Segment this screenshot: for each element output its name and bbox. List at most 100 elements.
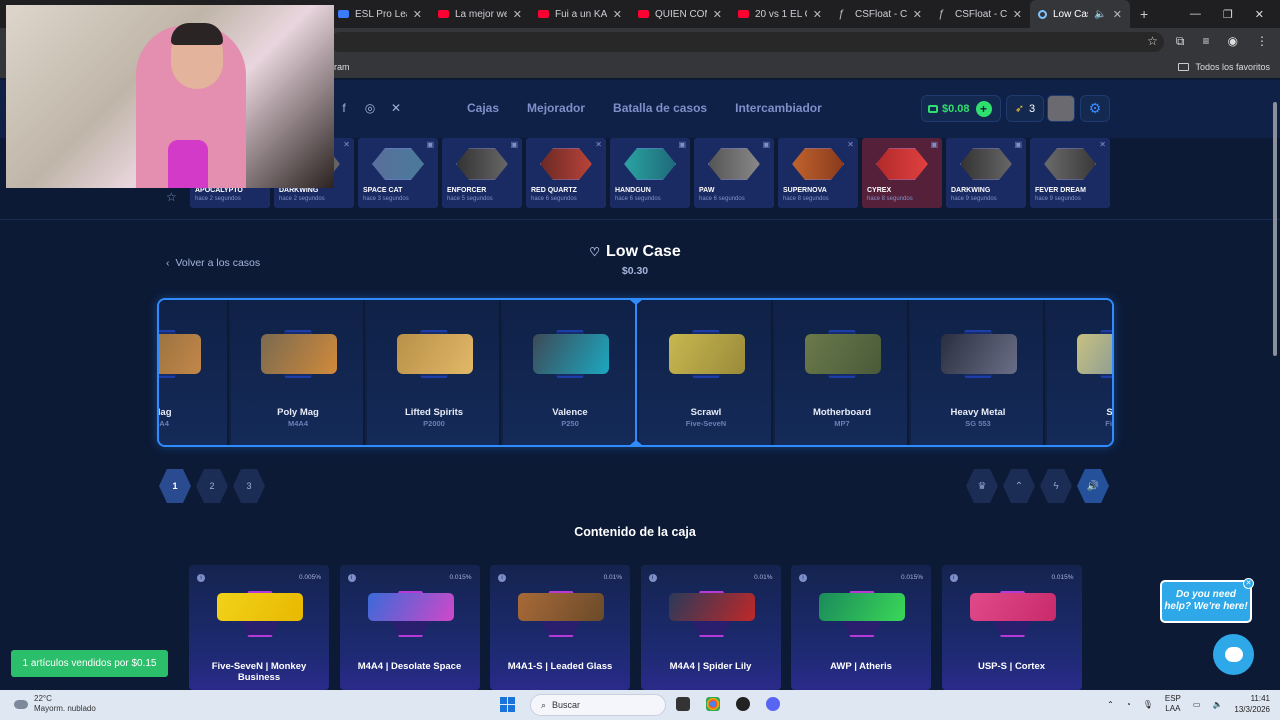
close-icon[interactable]: ✕ [713, 8, 722, 21]
live-drop-item[interactable]: ▣ HANDGUN hace 6 segundos [610, 138, 690, 208]
network-icon[interactable]: ◔ [1126, 700, 1131, 709]
discord-icon[interactable] [766, 697, 780, 711]
nav-cajas[interactable]: Cajas [467, 101, 499, 115]
nav-intercambiador[interactable]: Intercambiador [735, 101, 822, 115]
live-drop-item[interactable]: ▣ DARKWING hace 9 segundos [946, 138, 1026, 208]
browser-tab[interactable]: Fui a un KARA ✕ [530, 0, 630, 28]
address-bar[interactable] [330, 32, 1164, 52]
skin-image [533, 334, 609, 374]
star-icon[interactable]: ☆ [1147, 34, 1158, 49]
case-content-card[interactable]: i 0.015% AWP | Atheris [791, 565, 931, 690]
all-bookmarks[interactable]: Todos los favoritos [1178, 62, 1270, 72]
browser-tab[interactable]: ƒ CSFloat - Com ✕ [830, 0, 930, 28]
reading-list-icon[interactable]: ≡ [1203, 34, 1210, 49]
app-icon[interactable] [736, 697, 750, 711]
close-icon[interactable]: ✕ [1113, 8, 1122, 21]
weather-widget[interactable]: 22°C Mayorm. nublado [14, 694, 96, 714]
language-indicator[interactable]: ESP LAA [1165, 694, 1181, 714]
favorite-star-icon[interactable]: ☆ [166, 190, 177, 204]
page-button-1[interactable]: 1 [159, 469, 191, 503]
lightning-icon[interactable]: ϟ [1040, 469, 1072, 503]
live-drop-item[interactable]: ✕ FEVER DREAM hace 9 segundos [1030, 138, 1110, 208]
crown-icon[interactable]: ♛ [966, 469, 998, 503]
bookmark-item[interactable]: ram [334, 62, 350, 72]
page-button-2[interactable]: 2 [196, 469, 228, 503]
microphone [168, 140, 208, 188]
nav-batalla-de-casos[interactable]: Batalla de casos [613, 101, 707, 115]
folder-icon [1178, 63, 1190, 71]
new-tab-icon[interactable]: + [1130, 6, 1158, 22]
case-content-card[interactable]: i 0.015% USP-S | Cortex [941, 565, 1082, 690]
balance-widget[interactable]: $0.08 + [921, 95, 1001, 122]
close-icon[interactable]: ✕ [1243, 578, 1254, 589]
weapon-name: MP7 [834, 419, 850, 428]
menu-icon[interactable]: ⋮ [1256, 34, 1268, 49]
info-icon[interactable]: i [799, 574, 807, 582]
avatar[interactable] [1047, 95, 1075, 122]
display-icon[interactable]: ▭ [1193, 700, 1201, 709]
page-scrollbar[interactable] [1272, 80, 1278, 356]
sound-icon[interactable]: 🔊 [1077, 469, 1109, 503]
double-chevron-up-icon[interactable]: ⌃ [1003, 469, 1035, 503]
info-icon[interactable]: i [648, 574, 657, 582]
mic-icon[interactable]: 🎙 [1143, 700, 1153, 709]
case-title-text: Low Case [606, 243, 681, 260]
info-icon[interactable]: i [949, 574, 958, 582]
case-content-card[interactable]: i 0.01% M4A4 | Spider Lily [640, 565, 781, 690]
browser-tab[interactable]: 20 vs 1 EL GOL ✕ [730, 0, 830, 28]
close-icon[interactable]: ✕ [613, 8, 622, 21]
help-bubble[interactable]: Do you need help? We're here! [1160, 580, 1252, 623]
minimize-icon[interactable]: — [1190, 8, 1201, 20]
live-drop-item[interactable]: ✕ RED QUARTZ hace 6 segundos [526, 138, 606, 208]
case-content-card[interactable]: i 0.005% Five-SeveN | Monkey Business [189, 565, 329, 690]
cloud-icon [14, 699, 28, 709]
volume-icon[interactable]: 🔈 [1212, 700, 1222, 709]
facebook-icon[interactable]: f [338, 102, 350, 114]
info-icon[interactable]: i [197, 574, 205, 582]
browser-tab[interactable]: ƒ CSFloat - Com ✕ [930, 0, 1030, 28]
live-drop-item[interactable]: ✕ SUPERNOVA hace 8 segundos [778, 138, 858, 208]
page-button-3[interactable]: 3 [233, 469, 265, 503]
close-window-icon[interactable]: ✕ [1255, 8, 1264, 21]
case-content-card[interactable]: i 0.01% M4A1-S | Leaded Glass [490, 565, 630, 690]
skin-image [941, 334, 1017, 374]
chrome-icon[interactable] [706, 697, 720, 711]
instagram-icon[interactable]: ◎ [364, 102, 376, 114]
taskbar-search[interactable]: ⌕ Buscar [530, 694, 666, 716]
info-icon[interactable]: i [498, 574, 506, 582]
live-drop-item[interactable]: ▣ ENFORCER hace 5 segundos [442, 138, 522, 208]
close-icon[interactable]: ✕ [513, 8, 522, 21]
rocket-counter[interactable]: ➶ 3 [1006, 95, 1044, 122]
gear-icon[interactable]: ⚙ [1080, 95, 1110, 122]
drop-time: hace 5 segundos [447, 196, 493, 202]
nav-mejorador[interactable]: Mejorador [527, 101, 585, 115]
maximize-icon[interactable]: ❐ [1223, 8, 1233, 21]
heart-icon[interactable]: ♡ [589, 245, 600, 259]
extensions-icon[interactable]: ⧉ [1176, 34, 1185, 49]
chevron-up-icon[interactable]: ⌃ [1107, 700, 1114, 709]
info-icon[interactable]: i [347, 574, 356, 582]
x-icon[interactable]: ✕ [390, 102, 402, 114]
case-content-card[interactable]: i 0.015% M4A4 | Desolate Space [339, 565, 480, 690]
chat-button[interactable] [1213, 634, 1254, 675]
windows-start-icon[interactable] [500, 697, 515, 712]
file-explorer-icon[interactable] [676, 697, 690, 711]
speaker-icon[interactable]: 🔈 [1094, 9, 1106, 20]
browser-tab-active[interactable]: Low Case 🔈 ✕ [1030, 0, 1130, 28]
live-drop-item[interactable]: ▣ CYREX hace 8 segundos [862, 138, 942, 208]
drop-time: hace 6 segundos [699, 196, 745, 202]
profile-icon[interactable]: ◉ [1228, 34, 1238, 49]
scrollbar-thumb[interactable] [1273, 102, 1277, 356]
browser-tab[interactable]: QUIEN COME M ✕ [630, 0, 730, 28]
close-icon[interactable]: ✕ [1013, 8, 1022, 21]
close-icon[interactable]: ✕ [413, 8, 422, 21]
add-funds-button[interactable]: + [975, 100, 992, 117]
live-drop-item[interactable]: ▣ SPACE CAT hace 3 segundos [358, 138, 438, 208]
clock[interactable]: 11:41 13/3/2026 [1234, 693, 1270, 715]
close-icon[interactable]: ✕ [913, 8, 922, 21]
close-icon[interactable]: ✕ [813, 8, 822, 21]
browser-tab[interactable]: La mejor webc ✕ [430, 0, 530, 28]
browser-tab[interactable]: ESL Pro League ✕ [330, 0, 430, 28]
live-drop-item[interactable]: ▣ PAW hace 6 segundos [694, 138, 774, 208]
skin-image [1077, 334, 1112, 374]
